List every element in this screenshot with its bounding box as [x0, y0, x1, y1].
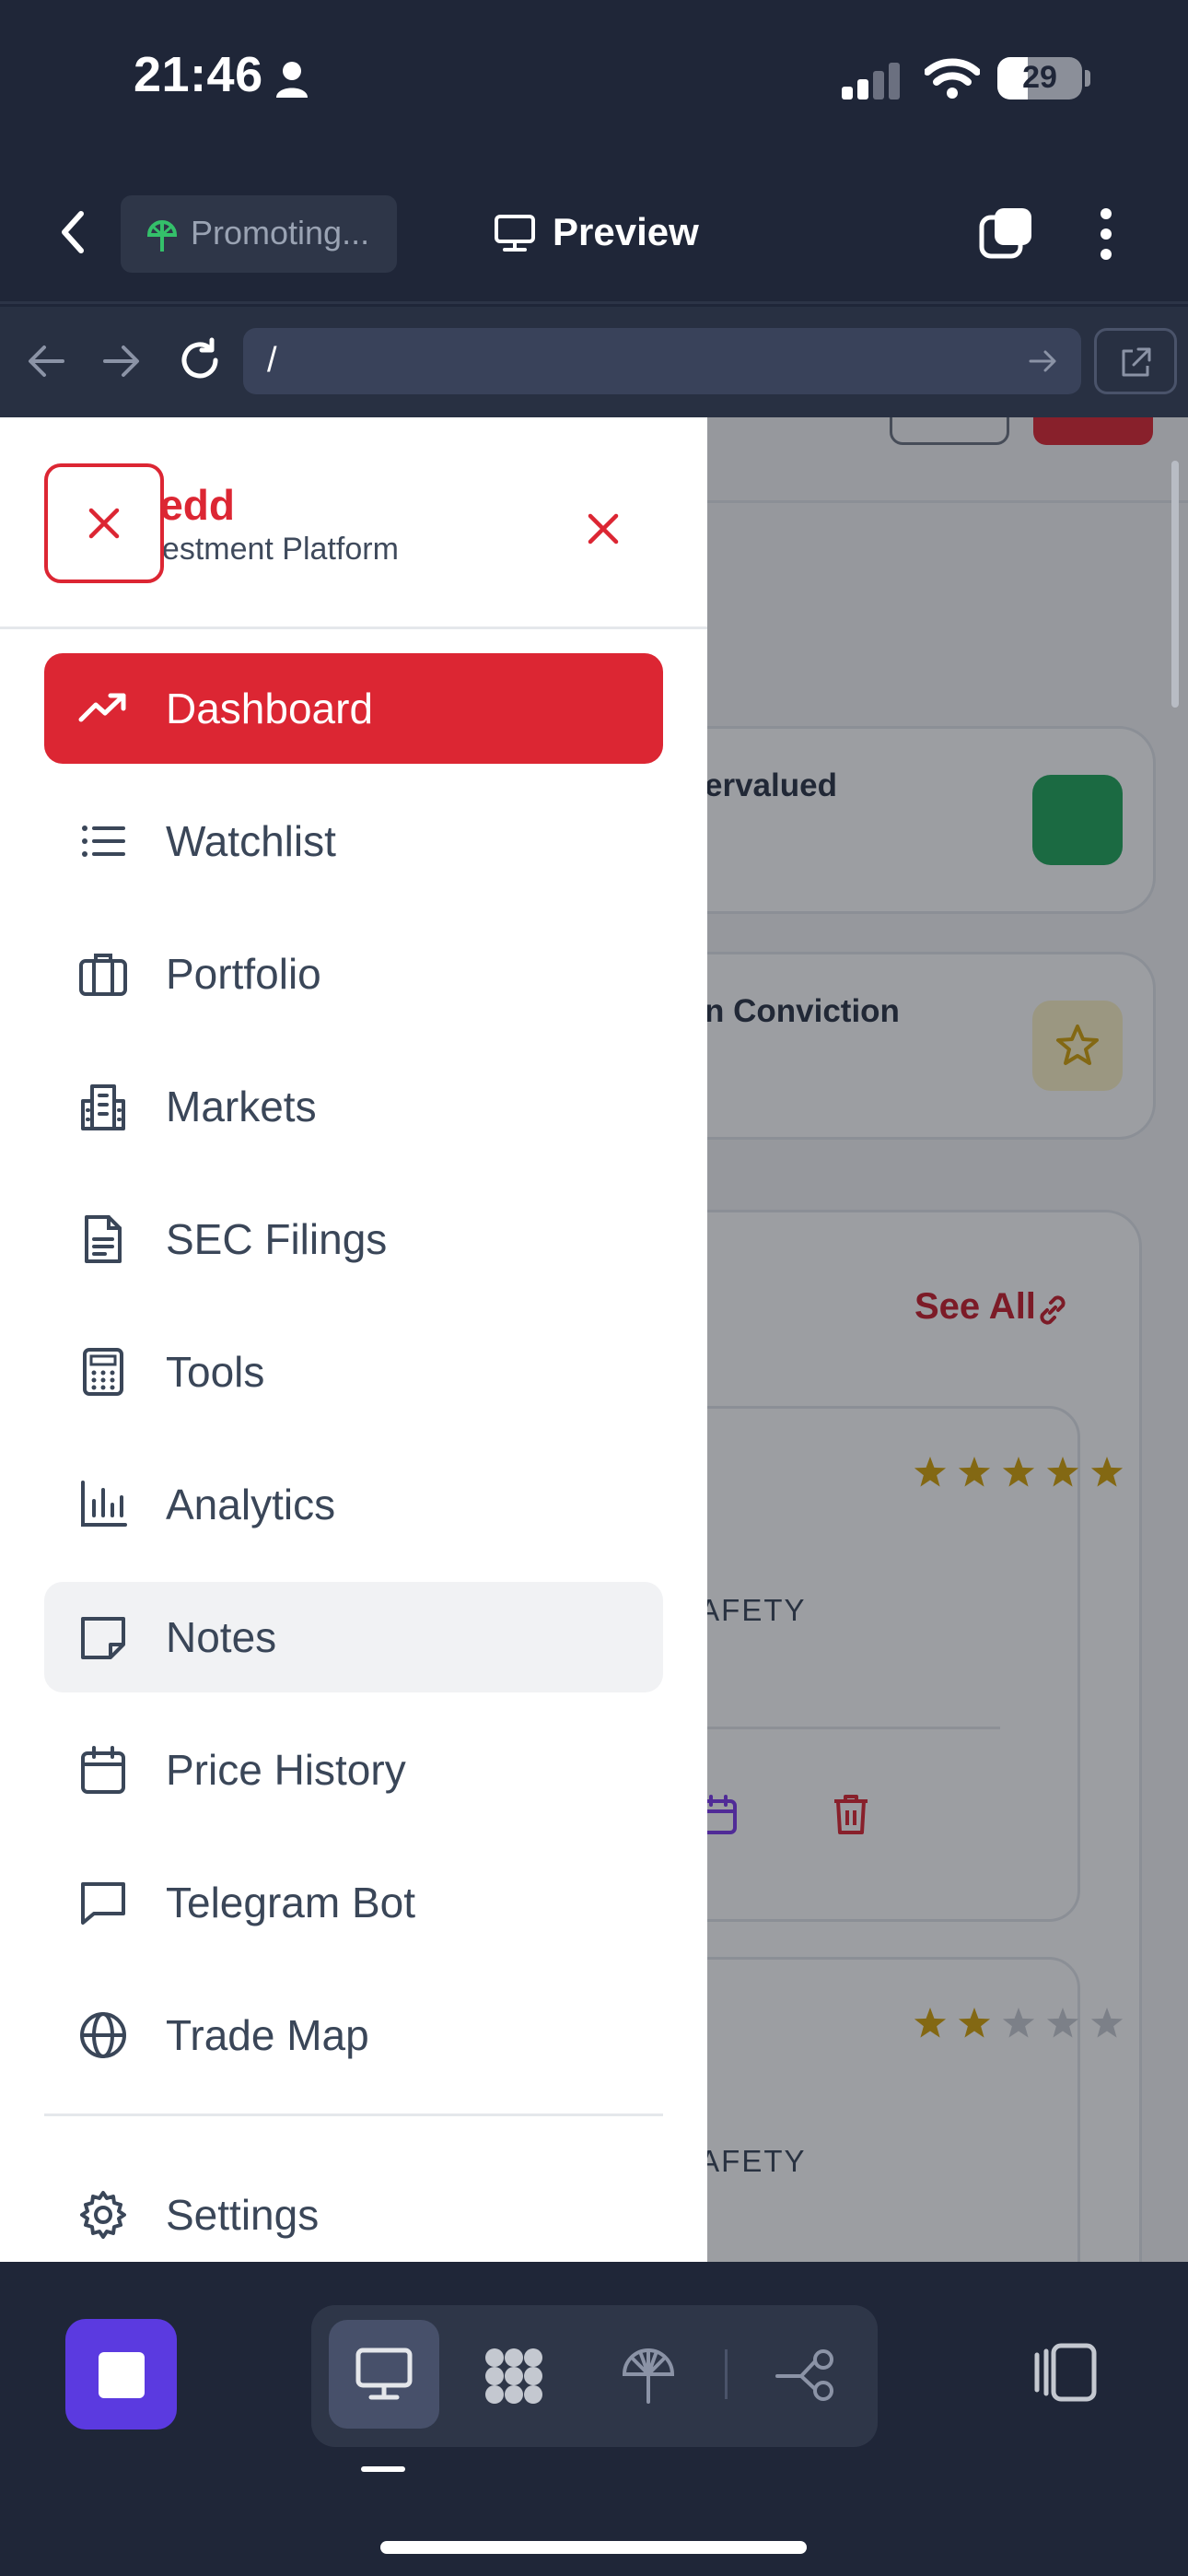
deploy-mode-button[interactable] [593, 2320, 704, 2429]
chat-icon [77, 1877, 129, 1928]
overlay-close-button[interactable] [44, 463, 164, 583]
external-link-icon [1122, 347, 1151, 377]
monitor-icon [355, 2348, 413, 2400]
nav-label: Settings [166, 2191, 320, 2239]
drawer-divider [44, 2113, 663, 2116]
nav-label: Tools [166, 1348, 265, 1396]
nav-item-markets[interactable]: Markets [44, 1051, 663, 1162]
nav-item-tools[interactable]: Tools [44, 1317, 663, 1427]
tabs-icon[interactable] [978, 205, 1035, 262]
brand-subtitle: nvestment Platform [129, 532, 399, 567]
stop-icon [99, 2352, 145, 2398]
nav-label: Portfolio [166, 950, 321, 998]
list-icon [77, 815, 129, 867]
nav-label: Markets [166, 1083, 317, 1130]
tree-icon [146, 217, 179, 253]
document-icon [77, 1213, 129, 1265]
mode-separator [725, 2349, 728, 2399]
preview-label: Preview [553, 210, 699, 253]
nav-label: Price History [166, 1746, 406, 1794]
wifi-icon [925, 57, 980, 100]
calculator-icon [77, 1346, 129, 1398]
bar-chart-icon [77, 1479, 129, 1530]
calendar-icon [77, 1744, 129, 1796]
reload-icon[interactable] [177, 337, 223, 383]
nav-item-analytics[interactable]: Analytics [44, 1449, 663, 1560]
nav-label: Notes [166, 1613, 277, 1661]
project-chip-label: Promoting... [191, 214, 370, 252]
nav-forward-icon[interactable] [101, 343, 142, 380]
status-time: 21:46 [134, 47, 263, 102]
drawer-close-button[interactable] [571, 497, 635, 561]
trending-up-icon [77, 683, 129, 734]
nav-item-telegram-bot[interactable]: Telegram Bot [44, 1847, 663, 1958]
more-vertical-icon[interactable] [1096, 206, 1116, 262]
person-icon [274, 61, 309, 98]
grid-blob-icon [485, 2348, 542, 2404]
nav-item-price-history[interactable]: Price History [44, 1715, 663, 1825]
building-icon [77, 1081, 129, 1132]
nav-item-notes[interactable]: Notes [44, 1582, 663, 1692]
globe-icon [77, 2009, 129, 2061]
url-input[interactable] [243, 328, 1081, 394]
gear-icon [77, 2189, 129, 2241]
components-mode-button[interactable] [459, 2320, 569, 2429]
nav-item-settings[interactable]: Settings [44, 2160, 663, 2262]
close-icon [588, 513, 619, 544]
connection-icon [775, 2349, 833, 2401]
share-mode-button[interactable] [751, 2320, 861, 2429]
nav-label: Trade Map [166, 2011, 369, 2059]
battery-indicator: 29 [997, 57, 1082, 100]
nav-label: Analytics [166, 1481, 336, 1528]
nav-back-icon[interactable] [26, 343, 66, 380]
nav-label: Telegram Bot [166, 1879, 416, 1926]
nav-item-trade-map[interactable]: Trade Map [44, 1980, 663, 2090]
go-arrow-icon[interactable] [1028, 346, 1059, 376]
drawer-header: Redd nvestment Platform [0, 417, 707, 629]
nav-label: SEC Filings [166, 1215, 388, 1263]
close-icon [88, 508, 120, 539]
nav-item-dashboard[interactable]: Dashboard [44, 653, 663, 764]
nav-drawer: Redd nvestment Platform Dashboard Watchl… [0, 417, 707, 2262]
page-scrollbar[interactable] [1171, 461, 1179, 708]
back-button[interactable] [53, 205, 105, 260]
device-toggle-icon[interactable] [1028, 2342, 1100, 2403]
tree-icon [622, 2348, 675, 2404]
briefcase-icon [77, 948, 129, 1000]
open-external-button[interactable] [1094, 328, 1177, 394]
battery-tip [1085, 70, 1090, 87]
home-indicator [380, 2541, 807, 2554]
nav-item-portfolio[interactable]: Portfolio [44, 919, 663, 1029]
desktop-mode-button[interactable] [329, 2320, 439, 2429]
active-mode-indicator [361, 2466, 405, 2472]
nav-item-sec-filings[interactable]: SEC Filings [44, 1184, 663, 1294]
monitor-icon [494, 214, 536, 252]
nav-label: Dashboard [166, 685, 374, 732]
nav-label: Watchlist [166, 817, 336, 865]
signal-icon [840, 61, 904, 100]
note-icon [77, 1611, 129, 1663]
url-text: / [267, 341, 277, 380]
nav-item-watchlist[interactable]: Watchlist [44, 786, 663, 896]
